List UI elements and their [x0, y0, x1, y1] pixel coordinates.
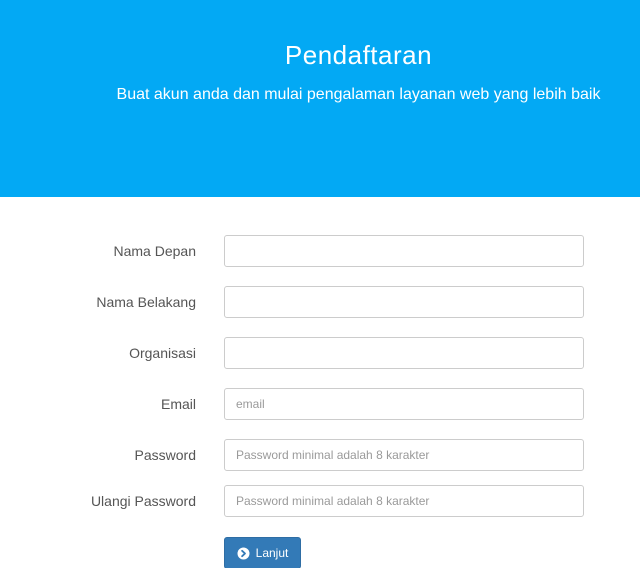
last-name-label: Nama Belakang: [96, 294, 196, 310]
organization-label: Organisasi: [129, 345, 196, 361]
organization-row: Organisasi: [0, 337, 640, 369]
password-label: Password: [134, 447, 196, 463]
email-row: Email: [0, 388, 640, 420]
email-label: Email: [160, 396, 196, 412]
last-name-input[interactable]: [224, 286, 584, 318]
confirm-password-label: Ulangi Password: [90, 493, 196, 509]
page-title: Pendaftaran: [284, 40, 433, 70]
continue-button[interactable]: Lanjut: [224, 537, 301, 568]
password-row: Password: [0, 439, 640, 471]
first-name-row: Nama Depan: [0, 235, 640, 267]
continue-button-label: Lanjut: [255, 546, 289, 560]
password-input[interactable]: [224, 439, 584, 471]
organization-input[interactable]: [224, 337, 584, 369]
arrow-right-circle-icon: [237, 547, 250, 560]
page-subtitle: Buat akun anda dan mulai pengalaman laya…: [116, 86, 601, 103]
registration-form: Nama Depan Nama Belakang Organisasi Emai…: [0, 197, 640, 568]
confirm-password-row: Ulangi Password: [0, 485, 640, 517]
registration-page: Pendaftaran Buat akun anda dan mulai pen…: [0, 0, 640, 568]
header-banner: Pendaftaran Buat akun anda dan mulai pen…: [0, 0, 640, 197]
last-name-row: Nama Belakang: [0, 286, 640, 318]
email-input[interactable]: [224, 388, 584, 420]
first-name-label: Nama Depan: [113, 243, 197, 259]
confirm-password-input[interactable]: [224, 485, 584, 517]
first-name-input[interactable]: [224, 235, 584, 267]
